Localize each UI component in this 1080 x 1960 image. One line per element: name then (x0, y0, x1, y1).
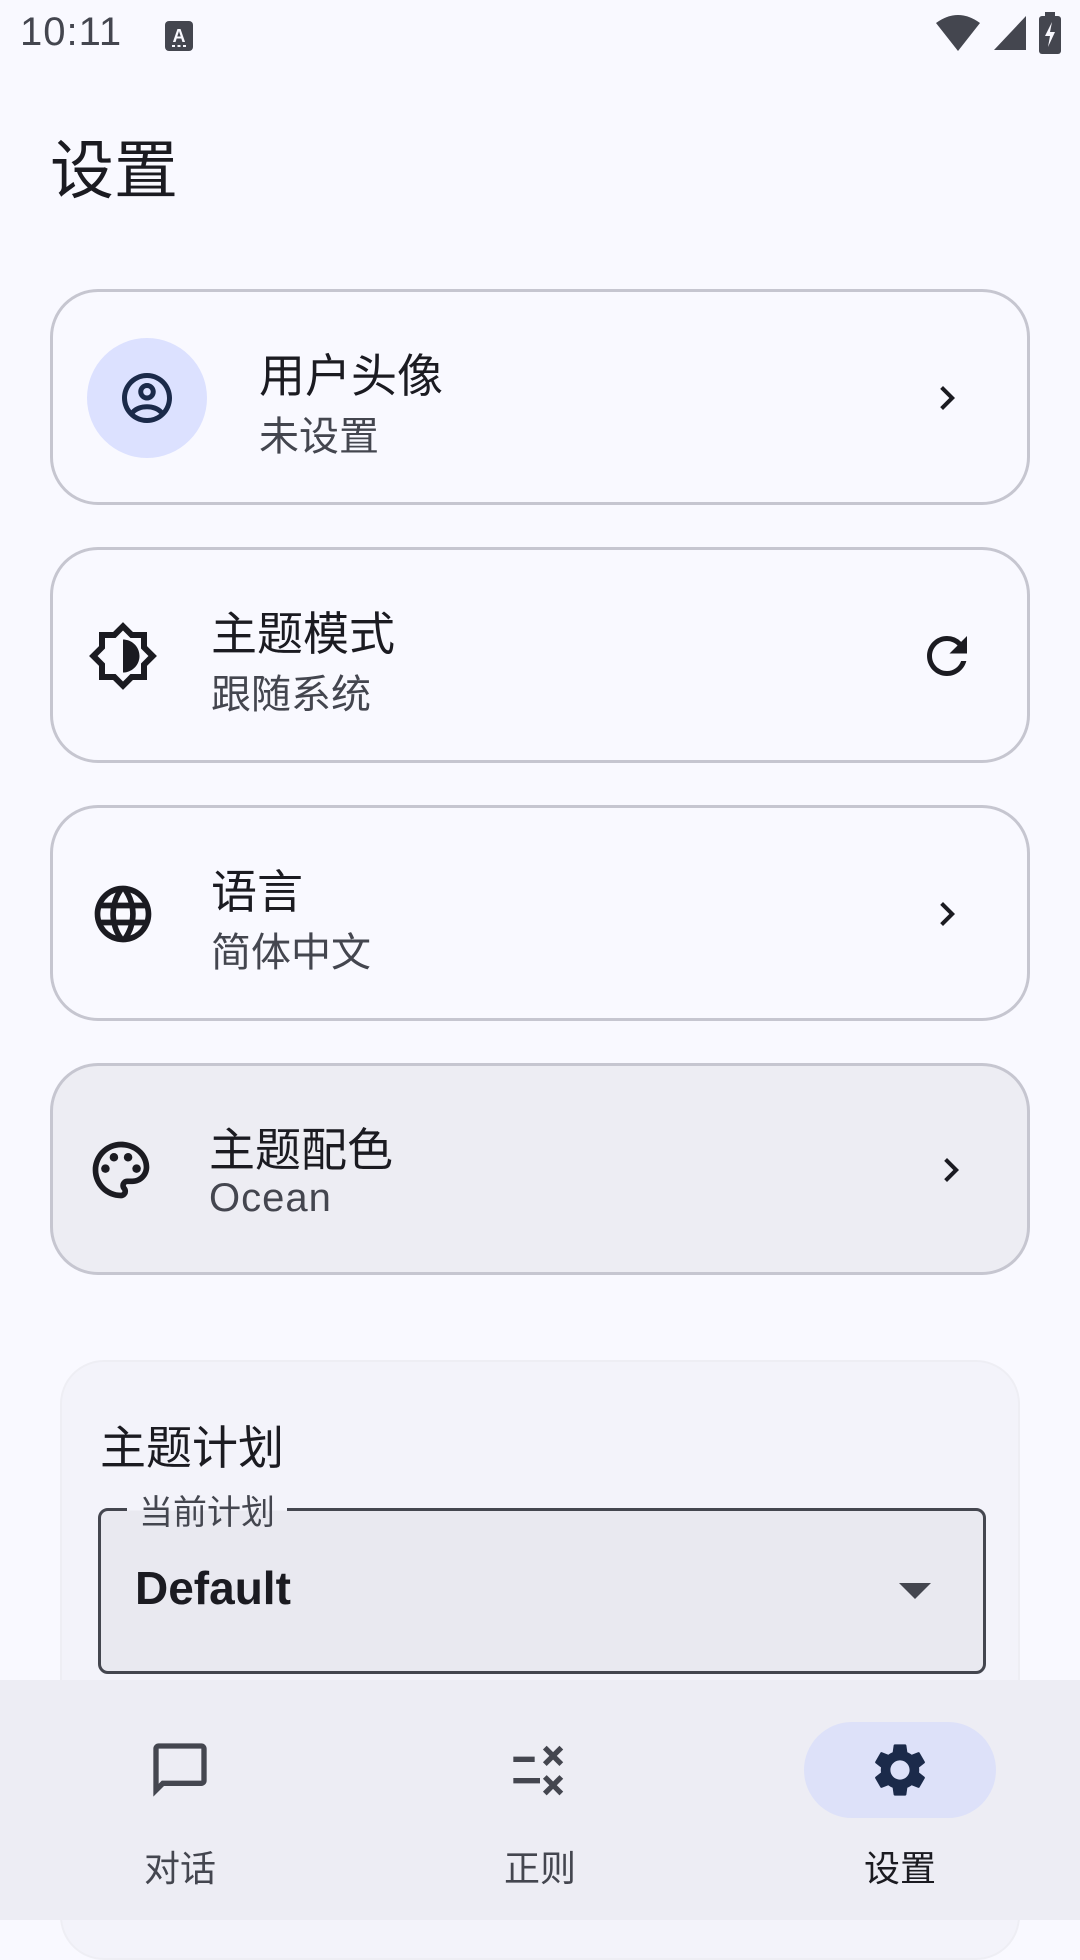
current-plan-label: 当前计划 (127, 1485, 287, 1534)
status-time: 10:11 (20, 10, 123, 54)
cell-signal-icon (992, 14, 1028, 56)
nav-item-settings[interactable]: 设置 (800, 1722, 1000, 1892)
nav-label: 设置 (863, 1849, 936, 1890)
gear-icon (875, 1744, 925, 1796)
settings-item-title: 主题配色 (209, 1123, 393, 1177)
text-input-icon: A (164, 20, 194, 52)
rule-icon (513, 1745, 564, 1796)
chevron-right-icon (917, 884, 977, 944)
wifi-icon (934, 13, 982, 57)
chevron-right-icon (917, 368, 977, 428)
dropdown-arrow-icon (899, 1583, 931, 1599)
chevron-right-icon (921, 1140, 981, 1200)
settings-item-theme-color[interactable]: 主题配色 Ocean (50, 1063, 1030, 1275)
nav-item-rules[interactable]: 正则 (440, 1722, 640, 1892)
palette-icon (87, 1136, 155, 1204)
account-circle-icon (122, 373, 172, 423)
nav-label: 正则 (503, 1849, 576, 1890)
status-icons (934, 12, 1062, 58)
brightness-auto-icon (87, 620, 159, 692)
settings-item-title: 语言 (211, 865, 303, 919)
avatar (87, 338, 207, 458)
settings-item-language[interactable]: 语言 简体中文 (50, 805, 1030, 1021)
current-plan-dropdown[interactable]: 当前计划 Default (98, 1485, 986, 1674)
settings-item-subtitle: 跟随系统 (211, 672, 371, 718)
settings-item-title: 主题模式 (211, 607, 395, 661)
settings-item-subtitle: Ocean (209, 1176, 332, 1220)
settings-item-avatar[interactable]: 用户头像 未设置 (50, 289, 1030, 505)
bottom-nav: 对话 正则 设置 (0, 1680, 1080, 1920)
page-title: 设置 (50, 135, 178, 209)
settings-item-title: 用户头像 (259, 349, 443, 403)
theme-plan-title: 主题计划 (100, 1421, 284, 1475)
globe-icon (89, 880, 157, 948)
nav-indicator (804, 1722, 996, 1818)
settings-item-subtitle: 未设置 (259, 414, 379, 460)
nav-indicator (444, 1722, 636, 1818)
settings-item-theme-mode[interactable]: 主题模式 跟随系统 (50, 547, 1030, 763)
nav-item-chat[interactable]: 对话 (80, 1722, 280, 1892)
chat-bubble-icon (153, 1743, 207, 1797)
current-plan-value: Default (135, 1562, 291, 1614)
nav-indicator (84, 1722, 276, 1818)
status-bar: 10:11 A (0, 0, 1080, 72)
battery-charging-icon (1038, 12, 1062, 58)
nav-label: 对话 (143, 1849, 216, 1890)
svg-text:A: A (173, 26, 186, 46)
refresh-icon[interactable] (917, 626, 977, 686)
settings-item-subtitle: 简体中文 (211, 930, 371, 976)
